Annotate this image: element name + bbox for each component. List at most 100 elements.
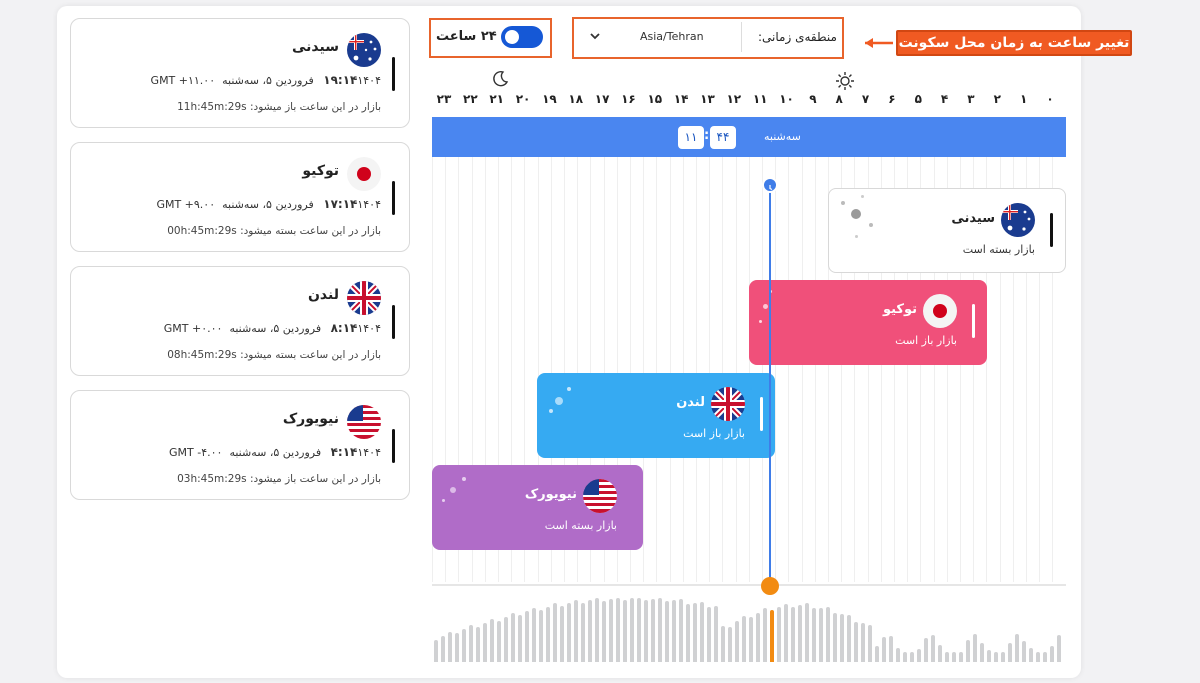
card-city-name: نیویورک [282, 411, 339, 427]
hour-label: ۴ [940, 92, 949, 106]
market-indicator [760, 397, 763, 431]
hour-label: ۲۰ [515, 92, 531, 106]
volume-bar [651, 598, 655, 662]
volume-bar [518, 615, 522, 662]
volume-bar [490, 618, 494, 662]
volume-bar [770, 610, 774, 662]
market-block-sydney[interactable]: سیدنی بازار بسته است [828, 188, 1066, 273]
volume-bar [861, 623, 865, 662]
uk-flag-icon [711, 387, 745, 421]
volume-bar [882, 636, 886, 662]
current-time-line [769, 184, 771, 586]
market-name: نیویورک [524, 487, 577, 502]
market-card-newyork[interactable]: نیویورک ۴:۱۴۱۴۰۴ فروردین ۵، سه‌شنبه GMT … [70, 390, 410, 500]
volume-bar [749, 617, 753, 662]
card-datetime: ۴:۱۴۱۴۰۴ فروردین ۵، سه‌شنبه GMT -۴.۰۰ [169, 445, 381, 459]
chevron-down-icon[interactable] [589, 30, 601, 44]
card-city-name: سیدنی [292, 39, 339, 55]
volume-bar [616, 598, 620, 662]
volume-bar [903, 652, 907, 662]
volume-bar [1015, 634, 1019, 662]
grid-line [814, 157, 816, 582]
timezone-value[interactable]: Asia/Tehran [640, 30, 704, 43]
volume-bar [448, 631, 452, 662]
volume-bar [917, 649, 921, 662]
market-card-tokyo[interactable]: توکیو ۱۷:۱۴۱۴۰۴ فروردین ۵، سه‌شنبه GMT +… [70, 142, 410, 252]
volume-bar [833, 613, 837, 662]
hour-label: ۱۵ [647, 92, 663, 106]
volume-bar [868, 624, 872, 662]
hour-label: ۱۱ [752, 92, 768, 106]
card-note: بازار در این ساعت باز میشود: 11h:45m:29s [177, 101, 381, 113]
day-name: سه‌شنبه [764, 130, 801, 143]
volume-bars [432, 594, 1066, 662]
volume-bar [826, 607, 830, 662]
volume-bar [1022, 640, 1026, 662]
day-bar [432, 117, 1066, 157]
hour-label: ۵ [914, 92, 922, 106]
hour-label: ۱۷ [594, 92, 610, 106]
timezone-callout: تغییر ساعت به زمان محل سکونت [896, 30, 1132, 56]
arrow-left-icon [865, 38, 893, 48]
volume-bar [700, 601, 704, 662]
time-scrub-handle[interactable] [761, 577, 779, 595]
volume-bar [805, 603, 809, 662]
hour-label: ۲ [993, 92, 1001, 106]
volume-bar [952, 652, 956, 662]
australia-flag-icon [347, 33, 381, 67]
hour-label: ۲۱ [489, 92, 505, 106]
volume-bar [455, 633, 459, 662]
volume-bar [854, 621, 858, 662]
volume-bar [497, 620, 501, 662]
volume-bar [553, 603, 557, 662]
card-city-name: لندن [307, 287, 339, 303]
volume-bar [595, 598, 599, 662]
volume-bar [1057, 635, 1061, 662]
market-block-tokyo[interactable]: توکیو بازار باز است [749, 280, 987, 365]
market-block-london[interactable]: لندن بازار باز است [537, 373, 775, 458]
volume-bar [483, 622, 487, 662]
uk-flag-icon [347, 281, 381, 315]
current-minute-box: ۴۴ [710, 126, 736, 149]
moon-icon [491, 70, 509, 92]
grid-line [696, 157, 697, 582]
sun-icon [836, 72, 854, 94]
hour-label: ۹ [809, 92, 817, 106]
market-status: بازار باز است [895, 334, 957, 347]
market-status: بازار بسته است [544, 519, 617, 532]
volume-bar [966, 640, 970, 662]
market-card-london[interactable]: لندن ۸:۱۴۱۴۰۴ فروردین ۵، سه‌شنبه GMT +۰.… [70, 266, 410, 376]
card-indicator [392, 181, 395, 215]
volume-bar [588, 600, 592, 662]
volume-bar [504, 616, 508, 662]
volume-bar [784, 603, 788, 662]
volume-bar [924, 638, 928, 662]
grid-line [801, 157, 803, 582]
volume-bar [973, 634, 977, 662]
volume-bar [714, 606, 718, 662]
hour-label: ۸ [835, 92, 843, 106]
volume-bar [476, 626, 480, 662]
grid-line [748, 157, 750, 582]
volume-bar [546, 606, 550, 662]
hour-label: ۱۴ [673, 92, 689, 106]
hour-label: ۲۲ [463, 92, 478, 106]
japan-flag-icon [923, 294, 957, 328]
volume-bar [693, 602, 697, 662]
market-block-newyork[interactable]: نیویورک بازار بسته است [432, 465, 643, 550]
hour-label: ۱۹ [542, 92, 557, 106]
hour24-toggle[interactable] [501, 26, 543, 48]
market-card-sydney[interactable]: سیدنی ۱۹:۱۴۱۴۰۴ فروردین ۵، سه‌شنبه GMT +… [70, 18, 410, 128]
market-name: سیدنی [951, 211, 995, 226]
card-note: بازار در این ساعت بسته میشود: 00h:45m:29… [167, 225, 381, 237]
market-indicator [972, 304, 975, 338]
hour-label: ۱ [1019, 92, 1028, 106]
volume-bar [623, 600, 627, 662]
volume-bar [539, 610, 543, 662]
volume-bar [581, 603, 585, 662]
grid-line [775, 157, 777, 582]
hour-label: ۶ [888, 92, 896, 106]
card-datetime: ۸:۱۴۱۴۰۴ فروردین ۵، سه‌شنبه GMT +۰.۰۰ [163, 321, 381, 335]
volume-bar [644, 600, 648, 662]
hour-label: ۱۳ [700, 92, 715, 106]
